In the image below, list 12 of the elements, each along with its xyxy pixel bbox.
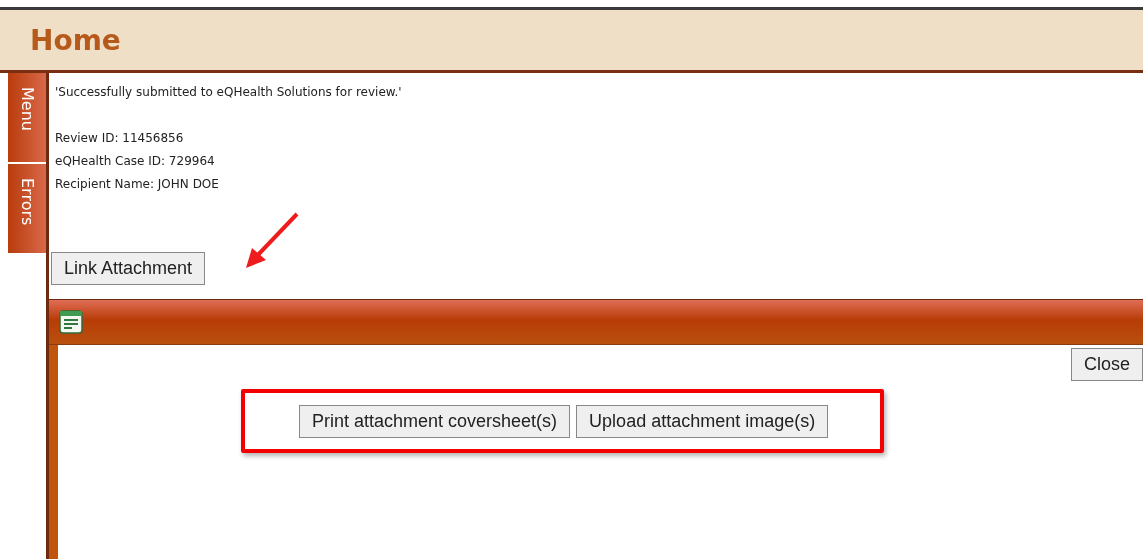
status-message: 'Successfully submitted to eQHealth Solutions for review.' <box>55 84 403 101</box>
detail-line: eQHealth Case ID: 729964 <box>55 153 216 170</box>
document-icon <box>59 310 83 334</box>
action-button[interactable]: Print attachment coversheet(s) <box>299 405 571 438</box>
side-tab[interactable]: Menu <box>8 73 46 162</box>
page-title: Home <box>30 23 121 57</box>
link-attachment-button[interactable]: Link Attachment <box>51 252 206 285</box>
detail-line: Review ID: 11456856 <box>55 130 185 147</box>
side-tab[interactable]: Errors <box>8 164 46 253</box>
close-button[interactable]: Close <box>1070 348 1143 381</box>
action-button[interactable]: Upload attachment image(s) <box>576 405 829 438</box>
detail-line: Recipient Name: JOHN DOE <box>55 176 220 193</box>
